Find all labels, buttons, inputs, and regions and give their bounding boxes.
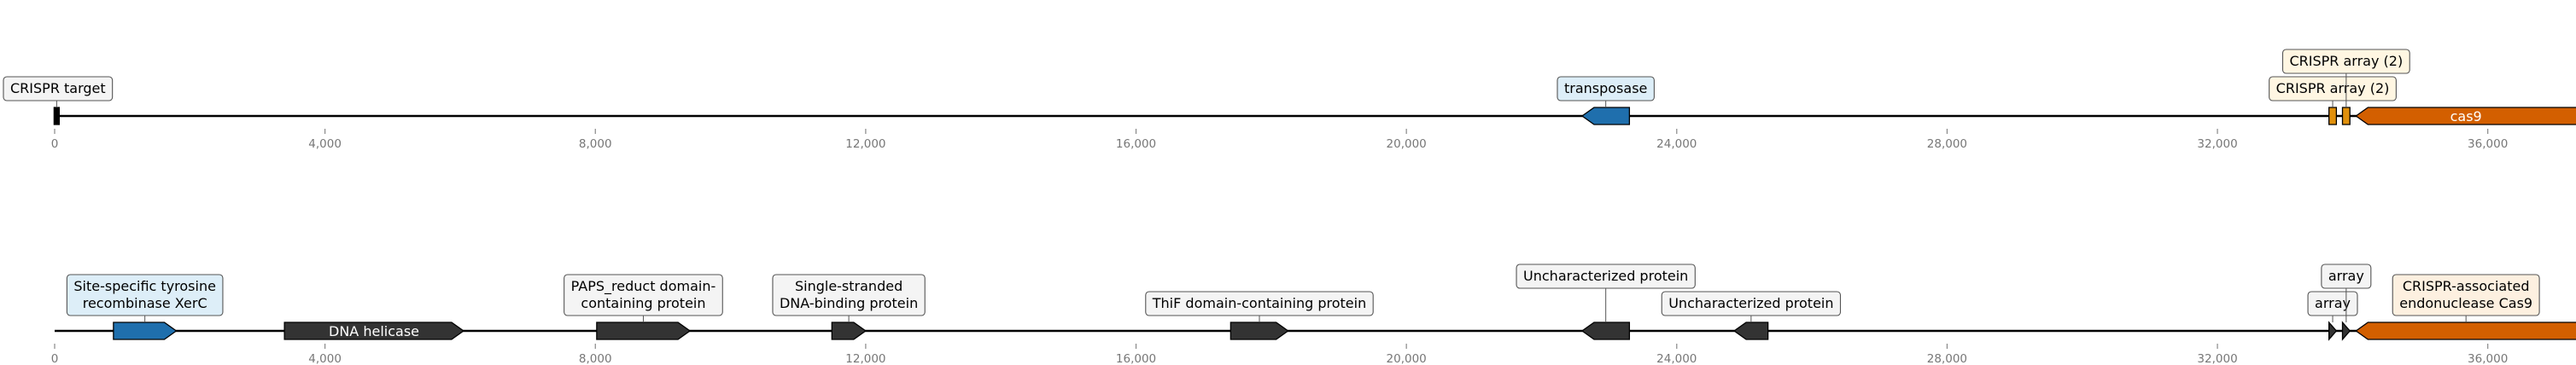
genome-map: 0 4,000 8,000 12,000 16,000 20,000 24,000 28,00… (3, 49, 2576, 365)
feature-arrow[interactable] (113, 322, 178, 340)
feature-arrow[interactable] (2328, 107, 2338, 125)
feature-dna-helicase[interactable]: DNA helicase (283, 322, 465, 340)
axis-tick-label: 24,000 (1656, 137, 1697, 151)
feature-inline-label: cas9 (2450, 108, 2482, 125)
feature-arrow[interactable] (1230, 322, 1289, 340)
feature-label-line: CRISPR target (10, 80, 106, 96)
feature-label-line: CRISPR array (2) (2276, 80, 2390, 96)
feature-site-specific-tyrosine-recombinase[interactable]: Site-specific tyrosinerecombinase XerC (66, 274, 224, 340)
axis-tick-label: 16,000 (1116, 352, 1156, 365)
feature-label-line: DNA-binding protein (780, 295, 918, 311)
axis-tick-label: 0 (51, 352, 59, 365)
feature-arrow[interactable] (2328, 321, 2338, 341)
feature-label-line: endonuclease Cas9 (2399, 295, 2532, 311)
feature-transposase[interactable]: transposase (1557, 76, 1655, 125)
genome-track-1: 0 4,000 8,000 12,000 16,000 20,000 24,000 28,00… (3, 49, 2576, 151)
genome-track-2: 0 4,000 8,000 12,000 16,000 20,000 24,000 28,00… (51, 264, 2576, 365)
feature-label-line: CRISPR-associated (2403, 278, 2530, 294)
feature-label-line: Single-stranded (795, 278, 902, 294)
feature-arrow[interactable] (831, 322, 867, 340)
feature-arrow[interactable] (2341, 107, 2351, 125)
feature-single-stranded-dna-binding-protein[interactable]: Single-strandedDNA-binding protein (772, 274, 926, 340)
axis-tick-label: 24,000 (1656, 352, 1697, 365)
feature-paps-reduct-domain-protein[interactable]: PAPS_reduct domain-containing protein (564, 274, 723, 340)
feature-arrow[interactable] (1580, 107, 1631, 125)
axis-tick-label: 32,000 (2197, 137, 2237, 151)
feature-arrow[interactable] (1580, 322, 1631, 340)
axis-tick-label: 0 (51, 137, 59, 151)
axis-tick-label: 8,000 (579, 137, 612, 151)
axis-tick-label: 28,000 (1927, 352, 1967, 365)
axis-tick-label: 36,000 (2468, 137, 2508, 151)
axis-tick-label: 20,000 (1387, 137, 1427, 151)
feature-uncharacterized-protein-2[interactable]: Uncharacterized protein (1661, 291, 1842, 340)
feature-arrow[interactable] (2341, 321, 2351, 341)
axis-tick-label: 36,000 (2468, 352, 2508, 365)
feature-label-line: transposase (1564, 80, 1647, 96)
feature-label-line: Uncharacterized protein (1668, 295, 1833, 311)
feature-arrow[interactable] (1732, 322, 1769, 340)
feature-arrow[interactable] (53, 107, 61, 125)
axis-tick-label: 12,000 (845, 352, 885, 365)
axis-tick-label: 8,000 (579, 352, 612, 365)
feature-arrow[interactable] (2355, 322, 2576, 340)
feature-label-line: Site-specific tyrosine (73, 278, 216, 294)
feature-cas9[interactable]: cas9 (2355, 107, 2576, 125)
feature-label-line: Uncharacterized protein (1523, 268, 1688, 284)
feature-crispr-associated-endonuclease-cas9[interactable]: CRISPR-associatedendonuclease Cas9 (2355, 274, 2576, 340)
feature-label-line: recombinase XerC (83, 295, 207, 311)
feature-array-1[interactable]: array (2307, 291, 2358, 341)
axis-tick-label: 4,000 (308, 137, 342, 151)
feature-crispr-target[interactable]: CRISPR target (3, 76, 114, 125)
axis-tick-label: 32,000 (2197, 352, 2237, 365)
feature-thif-domain-protein[interactable]: ThiF domain-containing protein (1145, 291, 1374, 340)
axis-tick-label: 16,000 (1116, 137, 1156, 151)
feature-label-line: array (2328, 268, 2364, 284)
axis-tick-label: 4,000 (308, 352, 342, 365)
axis-tick-label: 12,000 (845, 137, 885, 151)
axis-tick-label: 28,000 (1927, 137, 1967, 151)
feature-inline-label: DNA helicase (329, 323, 419, 339)
feature-label-line: CRISPR array (2) (2289, 53, 2403, 69)
feature-label-line: ThiF domain-containing protein (1152, 295, 1366, 311)
feature-label-line: containing protein (581, 295, 705, 311)
feature-label-line: PAPS_reduct domain- (571, 278, 716, 295)
feature-arrow[interactable] (596, 322, 692, 340)
feature-label-line: array (2315, 295, 2351, 311)
axis-tick-label: 20,000 (1387, 352, 1427, 365)
